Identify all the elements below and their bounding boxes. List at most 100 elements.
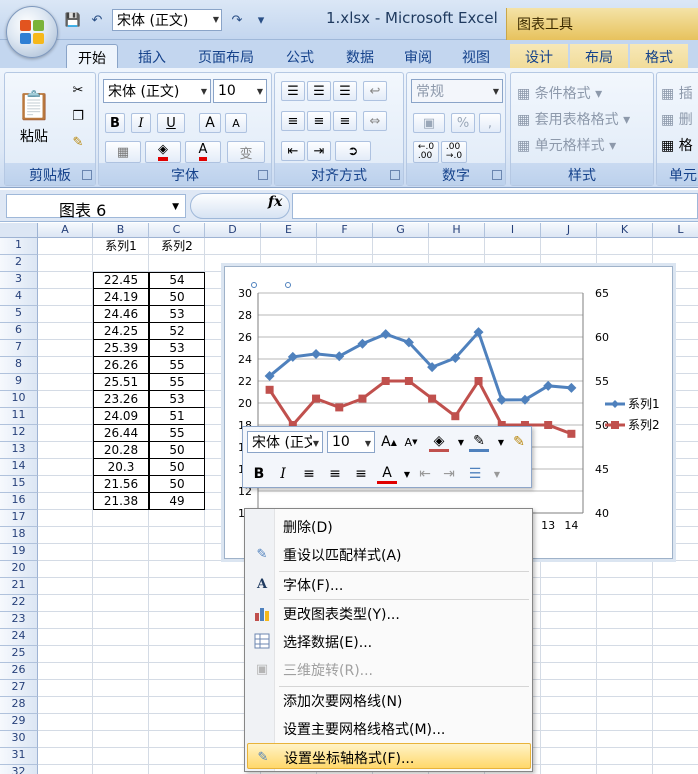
menu-item-font[interactable]: A 字体(F)...: [247, 571, 531, 597]
column-header[interactable]: L: [653, 223, 698, 238]
align-left-icon[interactable]: ≡: [281, 111, 305, 131]
comma-button[interactable]: ,: [479, 113, 501, 133]
row-header[interactable]: 21: [0, 578, 38, 595]
row-header[interactable]: 23: [0, 612, 38, 629]
menu-item-delete[interactable]: 删除(D): [247, 513, 531, 539]
cell[interactable]: 26.44: [93, 425, 149, 442]
column-header[interactable]: J: [541, 223, 597, 238]
row-header[interactable]: 8: [0, 357, 38, 374]
row-header[interactable]: 4: [0, 289, 38, 306]
menu-item-add-minor-gridlines[interactable]: 添加次要网格线(N): [247, 687, 531, 713]
cell[interactable]: 系列2: [149, 238, 205, 255]
row-header[interactable]: 15: [0, 476, 38, 493]
phonetic-button[interactable]: 变: [227, 141, 265, 163]
cell[interactable]: 51: [149, 408, 205, 425]
tab-data[interactable]: 数据: [334, 44, 386, 68]
fill-color-button[interactable]: ◈: [145, 141, 181, 163]
cell[interactable]: 49: [149, 493, 205, 510]
tab-view[interactable]: 视图: [450, 44, 502, 68]
cell[interactable]: 21.38: [93, 493, 149, 510]
format-as-table-button[interactable]: ▦ 套用表格格式 ▾: [517, 109, 630, 129]
increase-decimal-button[interactable]: ←.0 .00: [413, 141, 439, 163]
row-header[interactable]: 7: [0, 340, 38, 357]
mini-italic-button[interactable]: I: [273, 464, 293, 484]
customize-qat-icon[interactable]: ▾: [252, 11, 270, 29]
cell[interactable]: 21.56: [93, 476, 149, 493]
row-header[interactable]: 6: [0, 323, 38, 340]
row-header[interactable]: 17: [0, 510, 38, 527]
copy-icon[interactable]: ❐: [67, 105, 89, 127]
row-header[interactable]: 22: [0, 595, 38, 612]
mini-size-combo[interactable]: 10 ▼: [327, 431, 375, 453]
align-middle-icon[interactable]: ☰: [307, 81, 331, 101]
tab-insert[interactable]: 插入: [124, 44, 180, 68]
number-format-combo[interactable]: 常规 ▼: [411, 79, 503, 103]
wrap-text-icon[interactable]: ↩: [363, 81, 387, 101]
shrink-font-icon[interactable]: A ▼: [401, 432, 421, 452]
cut-icon[interactable]: ✂: [67, 79, 89, 101]
cell[interactable]: 50: [149, 442, 205, 459]
column-header[interactable]: F: [317, 223, 373, 238]
column-header[interactable]: C: [149, 223, 205, 238]
bold-button[interactable]: B: [105, 113, 125, 133]
line-color-icon[interactable]: ✎: [469, 432, 489, 452]
cell[interactable]: 24.09: [93, 408, 149, 425]
mini-font-color-button[interactable]: A: [377, 464, 397, 484]
align-right-icon[interactable]: ≡: [333, 111, 357, 131]
align-left-icon[interactable]: ≡: [299, 464, 319, 484]
row-header[interactable]: 3: [0, 272, 38, 289]
cell[interactable]: 22.45: [93, 272, 149, 289]
borders-button[interactable]: ▦: [105, 141, 141, 163]
cell[interactable]: 55: [149, 425, 205, 442]
row-header[interactable]: 10: [0, 391, 38, 408]
mini-font-combo[interactable]: 宋体 (正文) ▼: [247, 431, 323, 453]
cell[interactable]: 25.39: [93, 340, 149, 357]
font-size-combo[interactable]: 10 ▼: [213, 79, 267, 103]
row-header[interactable]: 16: [0, 493, 38, 510]
cell[interactable]: 20.3: [93, 459, 149, 476]
decrease-indent-icon[interactable]: ⇤: [415, 464, 435, 484]
chevron-down-icon[interactable]: ▼: [451, 432, 471, 452]
font-color-button[interactable]: A: [185, 141, 221, 163]
column-header[interactable]: H: [429, 223, 485, 238]
increase-indent-icon[interactable]: ⇥: [307, 141, 331, 161]
row-header[interactable]: 2: [0, 255, 38, 272]
cell[interactable]: 55: [149, 374, 205, 391]
align-bottom-icon[interactable]: ☰: [333, 81, 357, 101]
insert-cells-button[interactable]: ▦ 插: [661, 83, 693, 103]
mini-bold-button[interactable]: B: [249, 464, 269, 484]
row-header[interactable]: 5: [0, 306, 38, 323]
column-header[interactable]: K: [597, 223, 653, 238]
dialog-launcher-icon[interactable]: [258, 170, 268, 180]
increase-indent-icon[interactable]: ⇥: [439, 464, 459, 484]
cell[interactable]: 52: [149, 323, 205, 340]
cell[interactable]: 24.19: [93, 289, 149, 306]
column-header[interactable]: D: [205, 223, 261, 238]
menu-item-reset-style[interactable]: ✎ 重设以匹配样式(A): [247, 541, 531, 567]
column-header[interactable]: B: [93, 223, 149, 238]
conditional-format-button[interactable]: ▦ 条件格式 ▾: [517, 83, 602, 103]
save-icon[interactable]: 💾: [64, 11, 82, 29]
percent-button[interactable]: %: [451, 113, 475, 133]
cell[interactable]: 23.26: [93, 391, 149, 408]
format-painter-icon[interactable]: ✎: [509, 432, 529, 452]
tab-formulas[interactable]: 公式: [272, 44, 328, 68]
row-header[interactable]: 1: [0, 238, 38, 255]
menu-item-select-data[interactable]: 选择数据(E)...: [247, 628, 531, 654]
tab-home[interactable]: 开始: [66, 44, 118, 68]
cell[interactable]: 24.46: [93, 306, 149, 323]
currency-icon[interactable]: ▣: [413, 113, 445, 133]
column-header[interactable]: A: [38, 223, 93, 238]
font-name-combo[interactable]: 宋体 (正文) ▼: [103, 79, 211, 103]
decrease-indent-icon[interactable]: ⇤: [281, 141, 305, 161]
menu-item-change-chart-type[interactable]: 更改图表类型(Y)...: [247, 600, 531, 626]
chevron-down-icon[interactable]: ▼: [491, 432, 511, 452]
tab-layout[interactable]: 布局: [570, 44, 628, 68]
chevron-down-icon[interactable]: ▼: [487, 464, 507, 484]
cell[interactable]: 20.28: [93, 442, 149, 459]
row-header[interactable]: 29: [0, 714, 38, 731]
format-painter-icon[interactable]: ✎: [67, 131, 89, 153]
row-header[interactable]: 12: [0, 425, 38, 442]
column-header[interactable]: E: [261, 223, 317, 238]
quick-font-combo[interactable]: 宋体 (正文) ▼: [112, 9, 222, 31]
